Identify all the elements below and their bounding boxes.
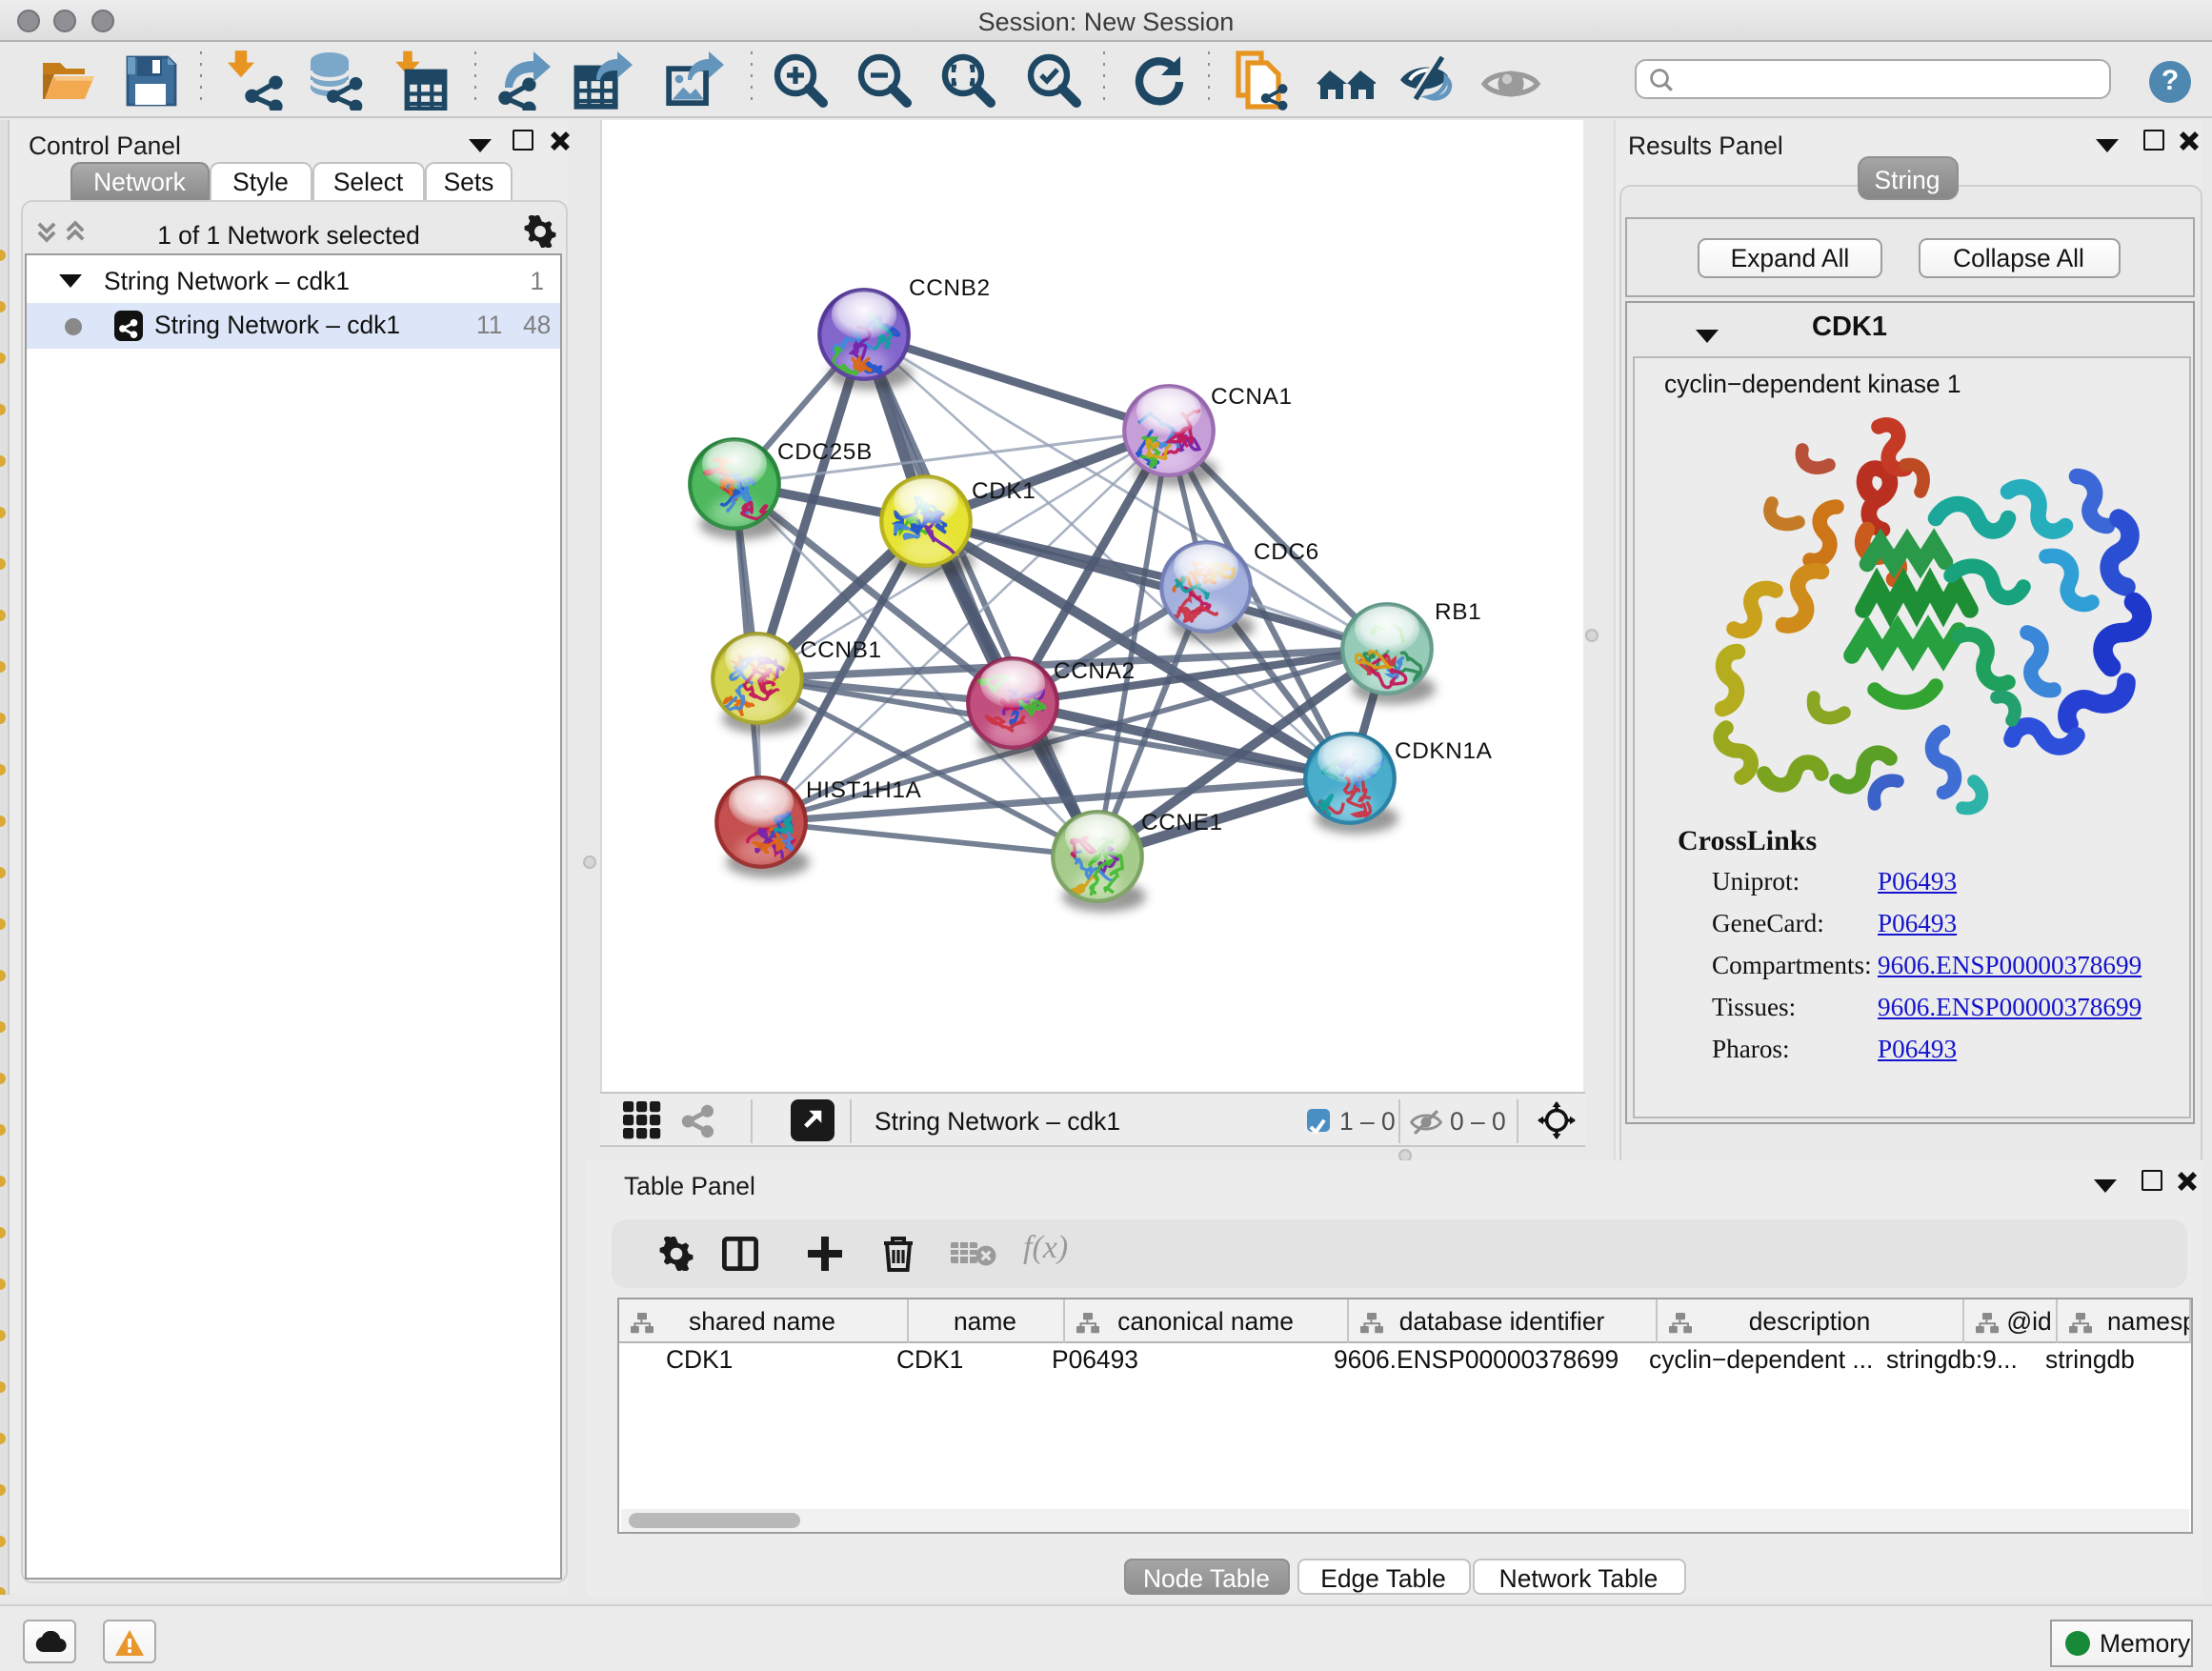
svg-text:CCNE1: CCNE1 — [1141, 809, 1223, 835]
svg-text:CDC6: CDC6 — [1254, 538, 1319, 564]
svg-text:CCNB2: CCNB2 — [909, 274, 991, 300]
svg-text:RB1: RB1 — [1435, 598, 1481, 624]
svg-text:CDKN1A: CDKN1A — [1395, 737, 1493, 763]
svg-text:CCNB1: CCNB1 — [800, 636, 882, 662]
svg-text:CCNA1: CCNA1 — [1211, 383, 1293, 409]
svg-text:CDC25B: CDC25B — [777, 438, 873, 464]
svg-text:CDK1: CDK1 — [972, 477, 1036, 503]
svg-text:HIST1H1A: HIST1H1A — [806, 776, 922, 802]
svg-text:CCNA2: CCNA2 — [1054, 657, 1136, 683]
